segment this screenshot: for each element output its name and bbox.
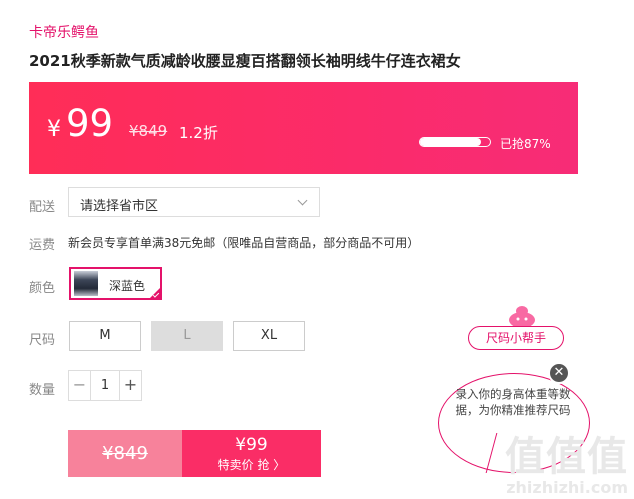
quantity-decrease-button[interactable]: − bbox=[69, 371, 91, 400]
watermark-logo: 值值值 bbox=[505, 434, 628, 480]
buy-special-price: ¥99 bbox=[235, 435, 268, 455]
watermark-url: zhizhizhi.com bbox=[506, 478, 628, 497]
quantity-label: 数量 bbox=[29, 383, 56, 398]
quantity-increase-button[interactable]: + bbox=[119, 371, 141, 400]
watermark: 值值值 zhizhizhi.com bbox=[505, 436, 628, 497]
sold-progress-bar bbox=[419, 137, 491, 147]
original-price-button[interactable]: ¥849 bbox=[68, 430, 182, 477]
size-option-xl[interactable]: XL bbox=[233, 321, 305, 351]
original-price: ¥849 bbox=[129, 122, 168, 140]
size-option-m[interactable]: M bbox=[69, 321, 141, 351]
size-option-l[interactable]: L bbox=[151, 321, 223, 351]
product-title: 2021秋季新款气质减龄收腰显瘦百搭翻领长袖明线牛仔连衣裙女 bbox=[29, 52, 461, 70]
chevron-down-icon bbox=[297, 195, 308, 206]
size-helper-button[interactable]: 尺码小帮手 bbox=[468, 326, 564, 350]
price-banner: ¥ 99 ¥849 1.2折 已抢87% bbox=[29, 82, 578, 174]
currency-symbol: ¥ bbox=[47, 117, 61, 142]
region-select-placeholder: 请选择省市区 bbox=[80, 199, 159, 214]
buy-special-label: 特卖价 抢 〉 bbox=[217, 458, 286, 472]
quantity-stepper: − 1 + bbox=[68, 370, 142, 401]
buy-now-button[interactable]: ¥99 特卖价 抢 〉 bbox=[182, 430, 321, 477]
sold-progress-fill bbox=[420, 138, 481, 146]
discount-rate: 1.2折 bbox=[179, 124, 218, 142]
shipping-label: 运费 bbox=[29, 238, 56, 253]
size-label: 尺码 bbox=[29, 333, 56, 348]
color-option-dark-blue[interactable]: 深蓝色 bbox=[69, 267, 162, 300]
brand-name[interactable]: 卡帝乐鳄鱼 bbox=[29, 22, 99, 42]
delivery-label: 配送 bbox=[29, 200, 56, 215]
quantity-input[interactable]: 1 bbox=[91, 371, 119, 400]
region-select[interactable]: 请选择省市区 bbox=[68, 187, 320, 217]
size-helper-text: 录入你的身高体重等数据，为你精准推荐尺码 bbox=[455, 387, 571, 417]
original-price-text: ¥849 bbox=[102, 443, 148, 464]
sold-percentage: 已抢87% bbox=[500, 137, 551, 151]
color-label: 颜色 bbox=[29, 281, 56, 296]
sale-price: 99 bbox=[66, 102, 114, 145]
shipping-info: 新会员专享首单满38元免邮（限唯品自营商品，部分商品不可用） bbox=[68, 236, 420, 250]
color-thumbnail bbox=[74, 271, 98, 296]
close-icon[interactable]: ✕ bbox=[548, 362, 570, 384]
color-option-label: 深蓝色 bbox=[109, 279, 146, 293]
